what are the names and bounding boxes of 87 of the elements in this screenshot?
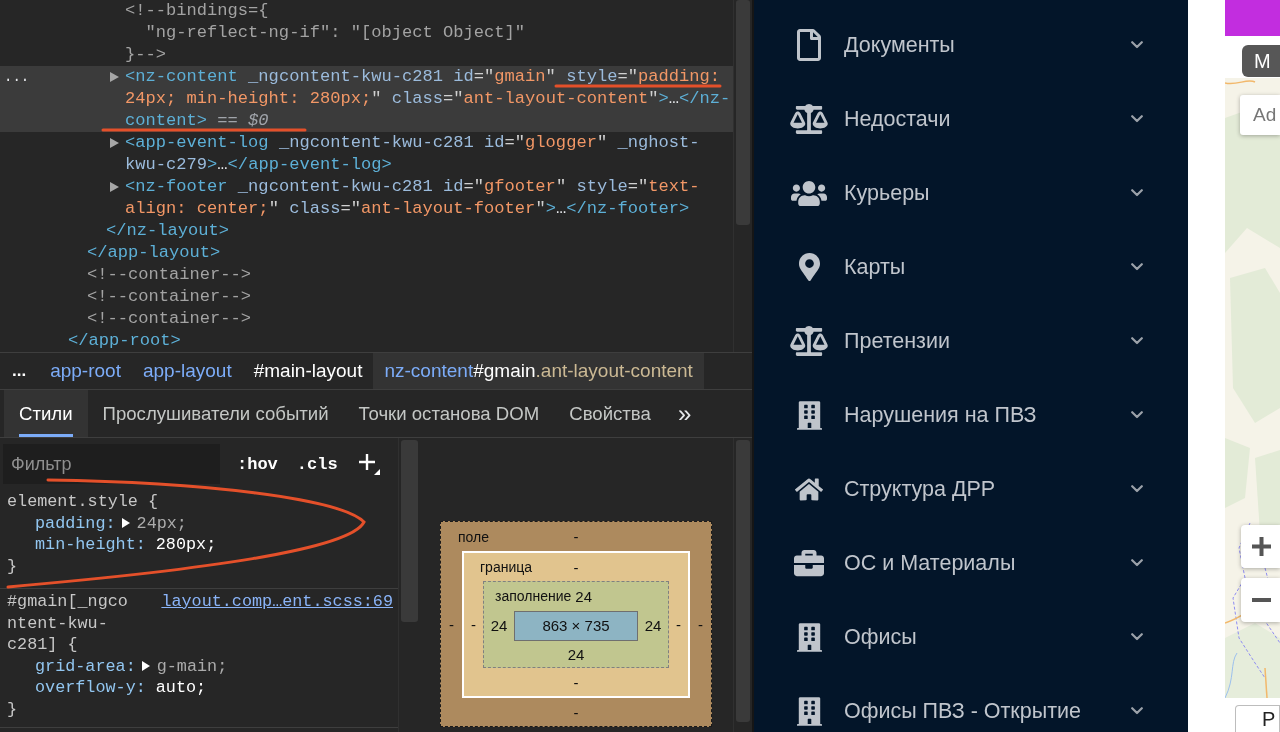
element-node[interactable]: <nz-footer _ngcontent-kwu-c281 id="gfooter" style="text-align: center;" class="ant-layout-footer">…</nz-footer> [125,176,733,220]
expand-arrow-icon[interactable] [110,182,119,192]
element-node[interactable]: <nz-content _ngcontent-kwu-c281 id="gmain" style="padding: 24px; min-height: 280px;" class="ant-layout-content">…</nz-content> == $0 [125,66,733,132]
menu-item[interactable]: Структура ДРР [754,452,1188,526]
breadcrumb-link[interactable]: nz-content#gmain.ant-layout-content [373,353,704,389]
expand-arrow-icon[interactable] [141,661,150,672]
breadcrumb-overflow-button[interactable]: ... [0,353,40,389]
menu-item[interactable]: Претензии [754,304,1188,378]
box-value: - [573,528,579,545]
breadcrumb-link[interactable]: #main-layout [242,353,374,389]
property-name: padding: [35,512,116,534]
html-comment[interactable]: <!--container--> [87,286,252,308]
new-rule-button[interactable] [357,453,380,475]
ellipsis-button[interactable]: ... [4,69,30,85]
source-link[interactable]: layout.comp…ent.scss:69 [161,591,393,613]
map-search-field[interactable]: Ad [1240,95,1280,135]
toolbar-button[interactable]: :hov [237,454,278,474]
box-value: 24 [567,645,585,663]
box-value: - [573,703,579,721]
closing-tag[interactable]: </app-layout> [87,242,221,264]
expand-arrow-icon[interactable] [110,138,119,148]
menu-item[interactable]: Документы [754,8,1188,82]
header-bar [1225,0,1280,36]
css-selector: element.style { [7,491,159,513]
box-value: - [573,558,579,576]
box-value: 24 [575,587,592,605]
menu-item[interactable]: Офисы [754,600,1188,674]
map-pin-icon [798,253,820,281]
content-box: 863 × 735 [514,610,638,641]
property-name: overflow-y: [35,677,146,699]
building-icon [796,400,822,430]
box-value: - [449,616,454,633]
zoom-out-button[interactable] [1241,578,1280,622]
closing-tag[interactable]: </app-root> [68,330,181,352]
menu-item[interactable]: Офисы ПВЗ - Открытие [754,674,1188,732]
zoom-in-button[interactable] [1241,525,1280,568]
filter-field[interactable]: Фильтр [3,444,220,484]
breadcrumb-link[interactable]: app-root [39,353,132,389]
scales-icon [790,326,828,356]
briefcase-icon [794,548,824,578]
more-tabs-button[interactable]: » [665,390,704,437]
menu-item[interactable]: Курьеры [754,156,1188,230]
region-label: М [1242,45,1280,77]
building-icon [796,696,822,726]
property-value: 24px; [136,512,187,534]
box-value: 24 [644,617,662,634]
property-value: auto; [155,677,207,699]
menu-item[interactable]: ОС и Материалы [754,526,1188,600]
box-value: 24 [490,617,508,634]
css-selector: #gmain[_ngcontent-kwu-c281] { [7,591,129,656]
closing-brace: } [6,698,18,720]
tab[interactable]: Прослушиватели событий [87,390,344,437]
plus-icon [1252,537,1271,556]
html-comment[interactable]: <!--bindings={ "ng-reflect-ng-if": "[object Object]" }--> [125,0,526,66]
tab[interactable]: Точки останова DOM [343,390,555,437]
file-icon [797,29,821,61]
box-label: граница [479,559,533,575]
expand-arrow-icon[interactable] [121,518,130,529]
element-node[interactable]: <app-event-log _ngcontent-kwu-c281 id="glogger" _nghost-kwu-c279>…</app-event-log> [125,132,733,176]
menu-item[interactable]: Нарушения на ПВЗ [754,378,1188,452]
tab[interactable]: Свойства [554,390,666,437]
menu-item[interactable]: Недостачи [754,82,1188,156]
box-label: поле [457,528,489,545]
property-value: g-main; [156,655,228,677]
box-label: заполнение [494,588,572,604]
html-comment[interactable]: <!--container--> [87,264,252,286]
minus-icon [1252,598,1271,602]
box-value: - [573,673,579,691]
breadcrumb-link[interactable]: app-layout [131,353,243,389]
plus-icon [357,453,380,475]
property-value: 280px; [155,534,217,556]
closing-brace: } [6,555,18,577]
html-comment[interactable]: <!--container--> [87,308,252,330]
closing-tag[interactable]: </nz-layout> [106,220,230,242]
map-tab[interactable]: Р [1235,705,1280,732]
property-name: grid-area: [35,655,136,677]
menu-item[interactable]: Карты [754,230,1188,304]
tab[interactable]: Стили [4,390,88,437]
box-value: - [471,616,476,633]
scales-icon [790,104,828,134]
property-name: min-height: [35,534,146,556]
toolbar-button[interactable]: .cls [296,454,338,474]
users-icon [791,178,827,208]
home-icon [795,476,823,502]
box-value: - [676,616,681,633]
box-value: - [698,616,703,633]
building-icon [796,622,822,652]
